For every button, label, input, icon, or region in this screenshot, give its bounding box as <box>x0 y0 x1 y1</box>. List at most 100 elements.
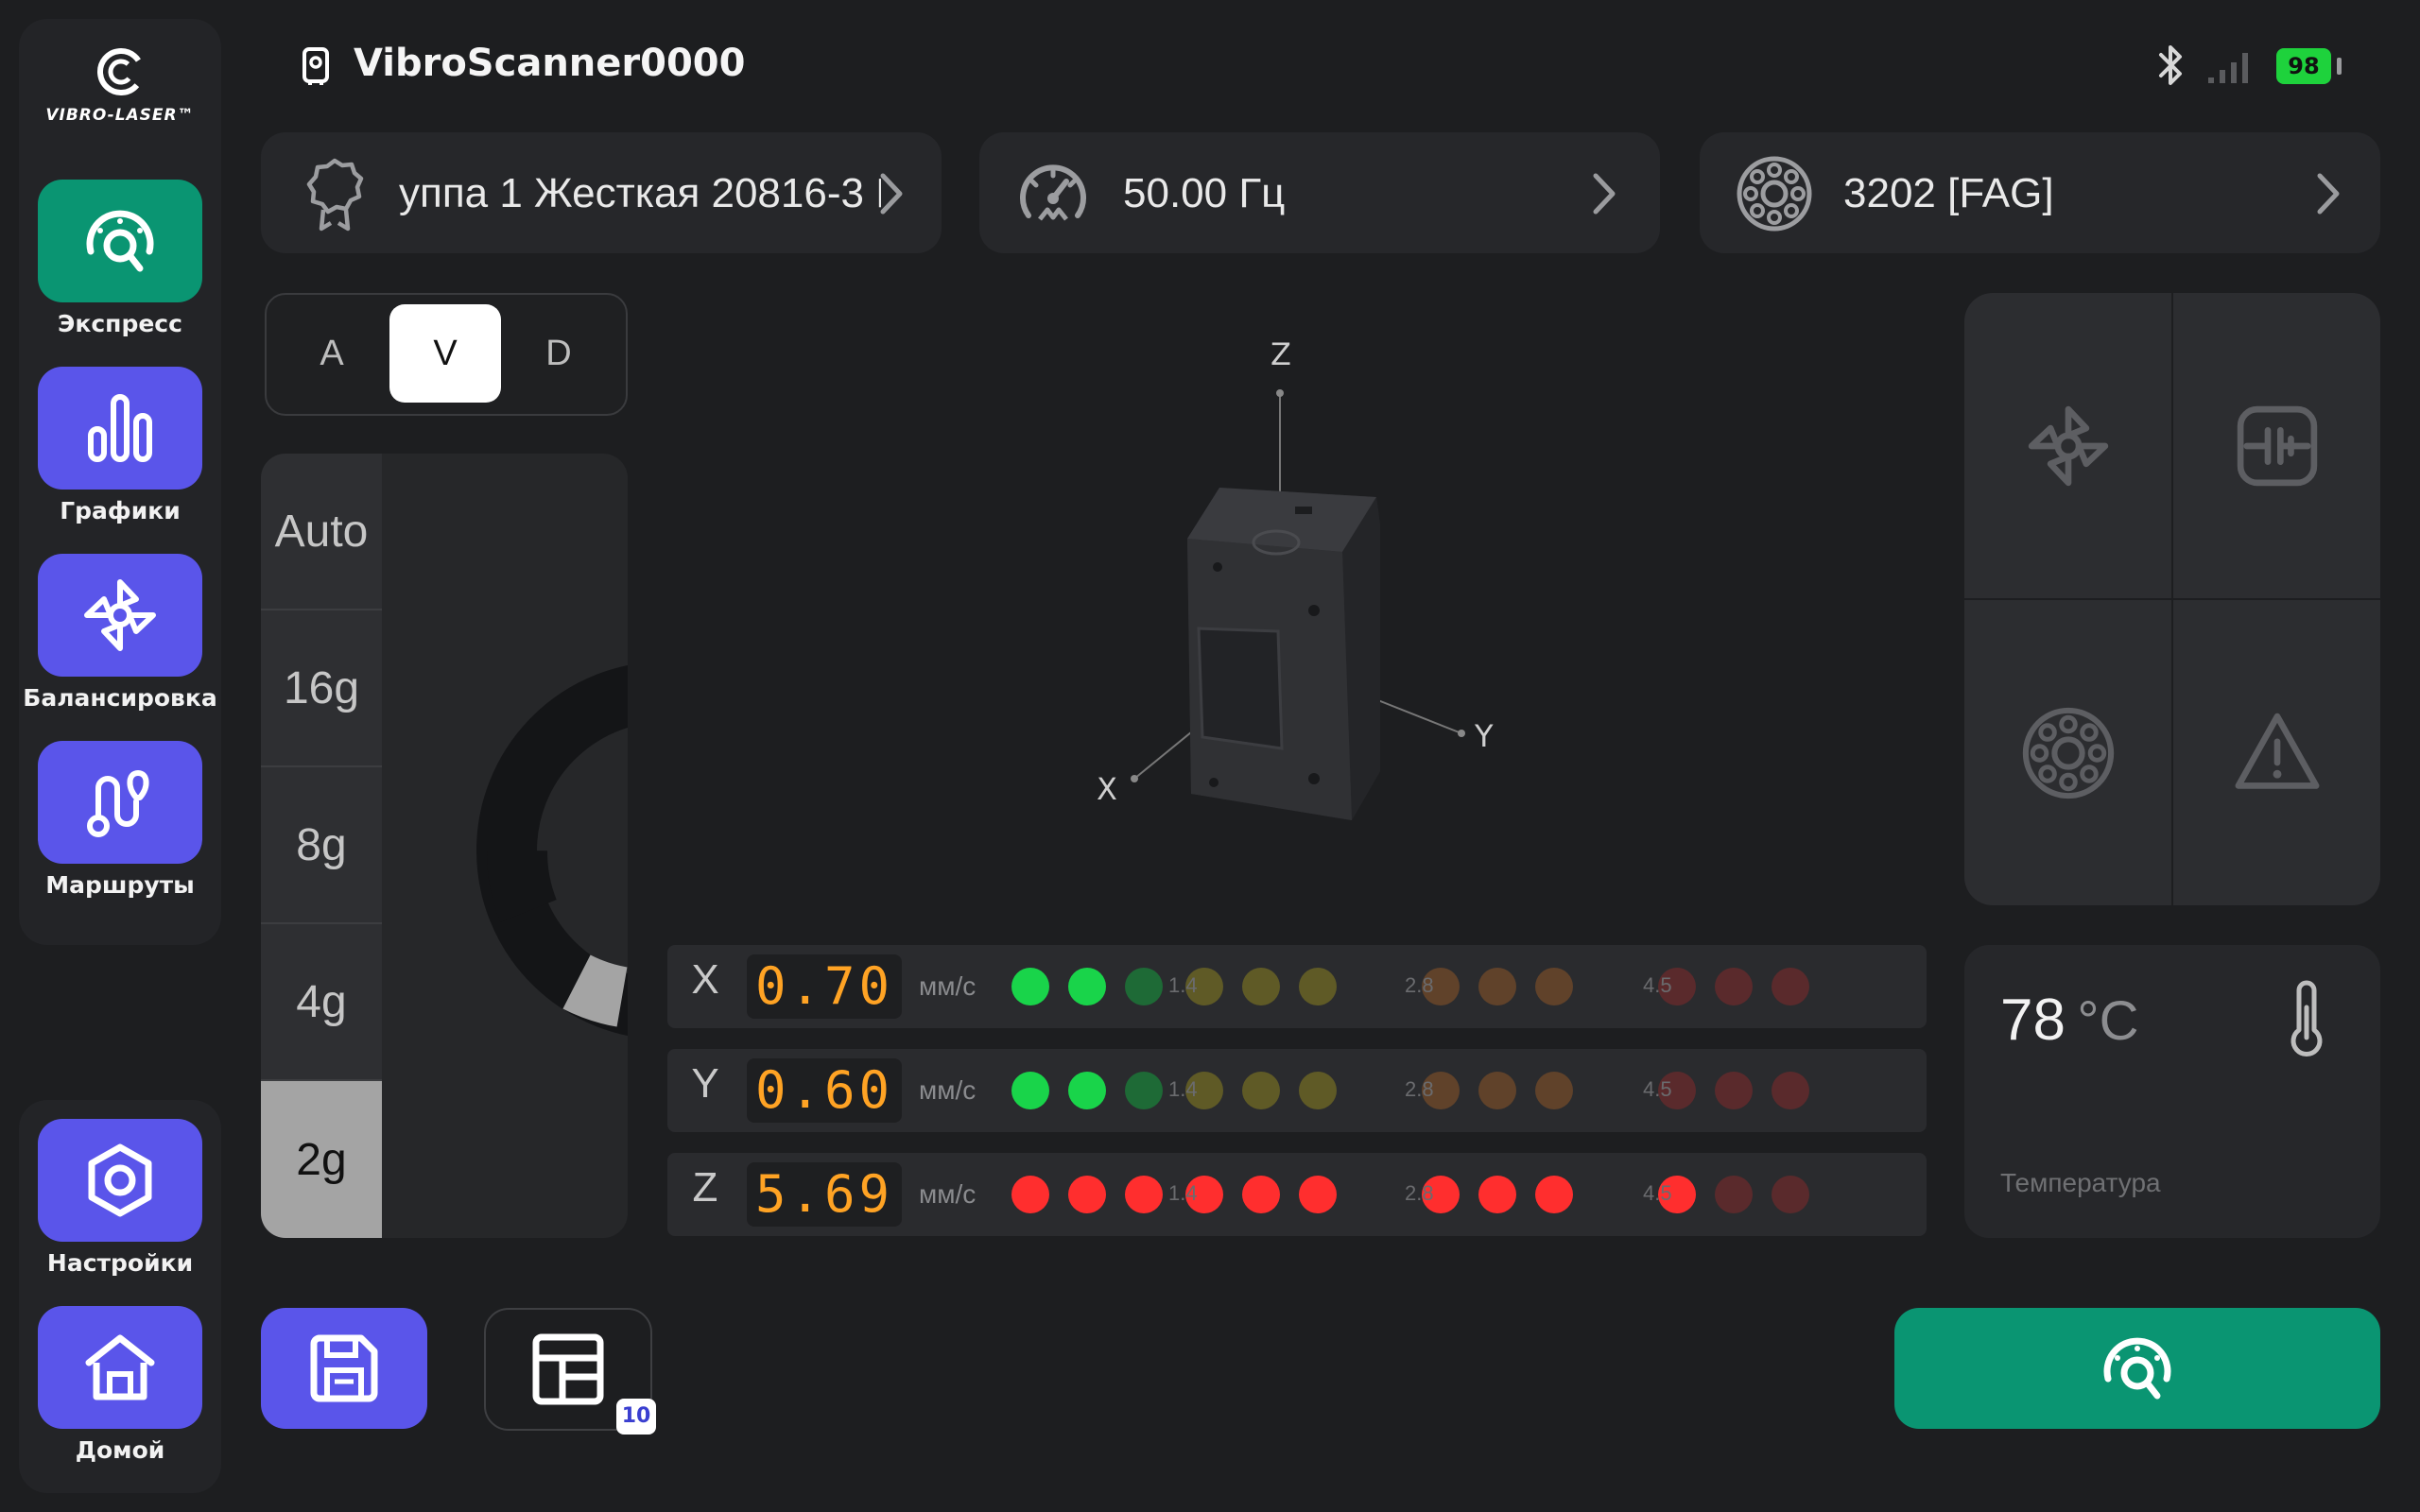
row-unit: мм/с <box>919 1179 977 1209</box>
range-auto[interactable]: Auto <box>261 454 382 610</box>
sensor-view: Z X Y <box>1040 321 1569 832</box>
measurement-row-y: Y 0.60 мм/с 1.4 2.8 4.5 <box>667 1049 1927 1132</box>
warning-icon <box>2235 713 2319 789</box>
signal-icon <box>2208 53 2248 83</box>
bar-chart-icon <box>88 394 152 462</box>
level-indicator-dot <box>1715 1072 1753 1109</box>
level-indicator-dot <box>1125 1176 1163 1213</box>
range-gauge <box>476 665 628 1036</box>
logo-text: VIBRO-LASER™ <box>45 106 195 125</box>
gauge-search-icon <box>2103 1337 2171 1400</box>
mode-a-button[interactable]: A <box>276 304 388 403</box>
logo-icon <box>97 48 145 95</box>
table-report-icon <box>532 1333 604 1405</box>
group-card[interactable]: уппа 1 Жесткая 20816-3 Гр <box>261 132 942 253</box>
range-2g[interactable]: 2g <box>261 1081 382 1238</box>
row-value-display: 5.69 <box>747 1162 902 1227</box>
temperature-unit: °C <box>2077 990 2139 1052</box>
level-indicator-dot <box>1242 1072 1280 1109</box>
group-text: уппа 1 Жесткая 20816-3 Гр <box>399 170 881 216</box>
frequency-value: 50.00 Гц <box>1123 170 1286 216</box>
row-axis-label: X <box>691 956 719 1003</box>
threshold-label: 1.4 <box>1168 973 1198 997</box>
save-icon <box>310 1334 378 1402</box>
level-indicator-dot <box>1772 1072 1809 1109</box>
grid-cell-electrical[interactable] <box>2173 293 2380 598</box>
level-indicator-dot <box>1068 1176 1106 1213</box>
express-label: Экспресс <box>58 310 182 337</box>
grid-cell-warning[interactable] <box>2173 600 2380 905</box>
report-count-badge: 10 <box>616 1399 656 1435</box>
balancing-button[interactable] <box>38 554 202 677</box>
home-label: Домой <box>75 1436 165 1464</box>
row-axis-label: Y <box>691 1060 719 1107</box>
temperature-label: Температура <box>2000 1168 2161 1197</box>
frequency-card[interactable]: 50.00 Гц <box>979 132 1660 253</box>
settings-hex-icon <box>88 1143 152 1217</box>
temperature-number: 78 <box>2000 988 2066 1053</box>
battery-level: 98 <box>2288 53 2320 79</box>
measurement-row-x: X 0.70 мм/с 1.4 2.8 4.5 <box>667 945 1927 1028</box>
range-list: Auto 16g 8g 4g 2g <box>261 454 382 1238</box>
chevron-right-icon <box>1593 173 1616 215</box>
level-indicator-dot <box>1715 968 1753 1005</box>
express-button[interactable] <box>38 180 202 302</box>
level-indicator-dot <box>1125 1072 1163 1109</box>
bearing-icon <box>2022 707 2114 799</box>
charts-label: Графики <box>60 497 181 524</box>
level-indicator-dot <box>1535 1072 1573 1109</box>
device-name: VibroScanner0000 <box>354 42 746 85</box>
level-indicator-dot <box>1125 968 1163 1005</box>
bearing-card[interactable]: 3202 [FAG] <box>1700 132 2380 253</box>
row-value-display: 0.70 <box>747 954 902 1019</box>
range-4g[interactable]: 4g <box>261 924 382 1081</box>
battery-indicator: 98 <box>2276 48 2331 84</box>
gauge-search-icon <box>86 210 154 272</box>
threshold-label: 4.5 <box>1643 1181 1672 1205</box>
settings-label: Настройки <box>46 1249 194 1277</box>
mode-d-button[interactable]: D <box>503 304 614 403</box>
brand-logo: VIBRO-LASER™ <box>19 36 221 140</box>
charts-button[interactable] <box>38 367 202 490</box>
electrical-icon <box>2237 405 2317 486</box>
bearing-icon <box>1737 156 1812 232</box>
home-button[interactable] <box>38 1306 202 1429</box>
save-button[interactable] <box>261 1308 427 1429</box>
row-value-display: 0.60 <box>747 1058 902 1123</box>
balancing-label: Балансировка <box>23 684 217 712</box>
level-indicator-dot <box>1772 1176 1809 1213</box>
level-indicator-dot <box>1478 1176 1516 1213</box>
level-indicator-dot <box>1068 1072 1106 1109</box>
badge-icon <box>306 158 364 232</box>
range-8g[interactable]: 8g <box>261 767 382 924</box>
temperature-value: 78 °C <box>2000 987 2139 1054</box>
level-indicator-dot <box>1068 968 1106 1005</box>
threshold-label: 4.5 <box>1643 973 1672 997</box>
start-measurement-button[interactable] <box>1894 1308 2380 1429</box>
level-indicator-dot <box>1535 968 1573 1005</box>
range-16g[interactable]: 16g <box>261 610 382 767</box>
level-indicator-dot <box>1535 1176 1573 1213</box>
level-indicator-dot <box>1299 1176 1337 1213</box>
grid-cell-unbalance[interactable] <box>1964 293 2171 598</box>
settings-button[interactable] <box>38 1119 202 1242</box>
level-indicator-dot <box>1242 1176 1280 1213</box>
routes-button[interactable] <box>38 741 202 864</box>
chevron-right-icon <box>880 173 903 215</box>
mode-selector: A V D <box>265 293 628 416</box>
device-icon <box>302 47 329 85</box>
threshold-label: 4.5 <box>1643 1077 1672 1101</box>
route-icon <box>87 770 149 837</box>
level-indicator-dot <box>1478 1072 1516 1109</box>
row-unit: мм/с <box>919 971 977 1001</box>
threshold-label: 1.4 <box>1168 1077 1198 1101</box>
grid-cell-bearing[interactable] <box>1964 600 2171 905</box>
mode-v-button[interactable]: V <box>389 304 501 403</box>
routes-label: Маршруты <box>45 871 195 899</box>
temperature-card: 78 °C Температура <box>1964 945 2380 1238</box>
threshold-label: 1.4 <box>1168 1181 1198 1205</box>
fan-icon <box>2028 405 2108 486</box>
row-unit: мм/с <box>919 1075 977 1105</box>
level-indicator-dot <box>1011 968 1049 1005</box>
fan-icon <box>84 579 156 651</box>
